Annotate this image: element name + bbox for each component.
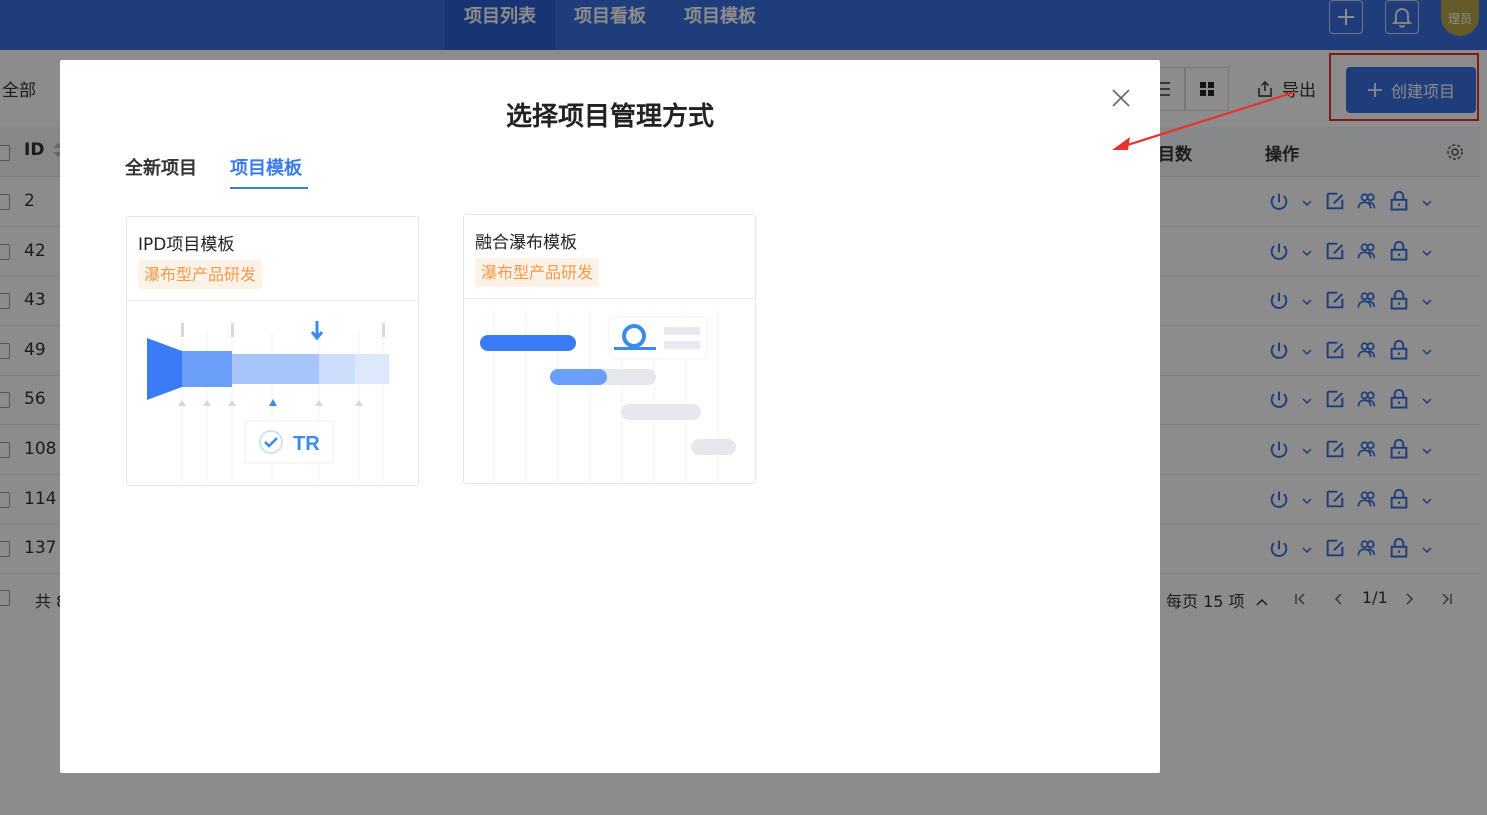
tr-badge-text: TR <box>293 433 320 455</box>
dialog-title: 选择项目管理方式 <box>505 102 714 132</box>
ipd-funnel-illustration: TR <box>147 321 389 481</box>
template-card-ipd[interactable]: IPD项目模板 瀑布型产品研发 TR <box>126 216 419 486</box>
gantt-illustration <box>480 309 736 483</box>
template-tag: 瀑布型产品研发 <box>138 260 263 289</box>
template-card-fusion-waterfall[interactable]: 融合瀑布模板 瀑布型产品研发 <box>463 214 756 484</box>
template-name: IPD项目模板 <box>138 235 235 255</box>
select-management-mode-dialog: 选择项目管理方式 全新项目 项目模板 IPD项目模板 瀑布型产品研发 TR 融合… <box>60 60 1160 773</box>
annotation-arrow <box>1112 90 1296 150</box>
active-tab-indicator <box>230 187 308 189</box>
template-tag: 瀑布型产品研发 <box>475 258 600 287</box>
tab-project-template[interactable]: 项目模板 <box>230 154 302 180</box>
template-name: 融合瀑布模板 <box>475 233 577 253</box>
tab-new-project[interactable]: 全新项目 <box>125 154 197 180</box>
